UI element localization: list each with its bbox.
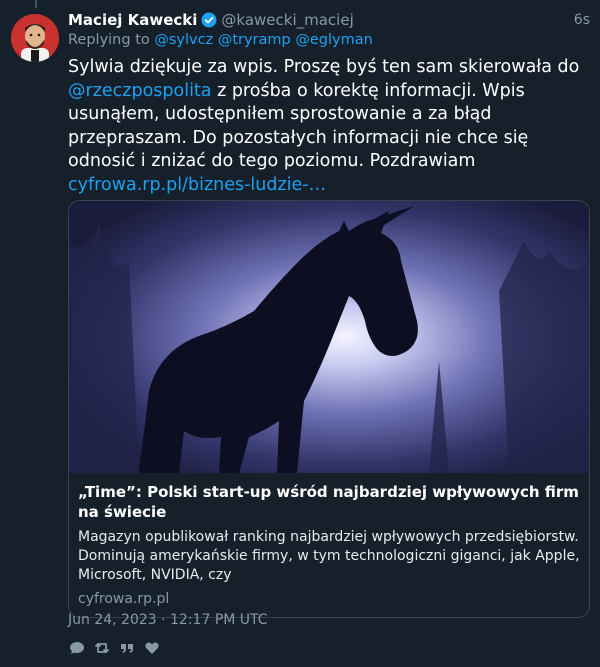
tweet-text-part: Sylwia dziękuje za wpis. Proszę byś ten …	[68, 57, 580, 77]
thread-connector-line	[35, 0, 37, 8]
reply-mention[interactable]: @sylvcz	[154, 32, 213, 48]
heart-icon[interactable]	[143, 639, 160, 656]
mention-link[interactable]: @rzeczpospolita	[68, 81, 212, 101]
card-description: Magazyn opublikował ranking najbardziej …	[78, 529, 580, 583]
link-card[interactable]: „Time”: Polski start-up wśród najbardzie…	[68, 200, 590, 618]
comment-icon[interactable]	[68, 639, 85, 656]
tweet-timestamp[interactable]: Jun 24, 2023 · 12:17 PM UTC	[68, 612, 268, 628]
quote-icon[interactable]	[118, 639, 135, 656]
card-image	[69, 201, 589, 473]
replying-to: Replying to @sylvcz @tryramp @eglyman	[68, 30, 590, 50]
replying-to-label: Replying to	[68, 32, 150, 48]
avatar[interactable]	[11, 14, 59, 62]
url-link[interactable]: cyfrowa.rp.pl/biznes-ludzie-…	[68, 175, 326, 195]
tweet: Maciej Kawecki @kawecki_maciej 6s Replyi…	[68, 10, 590, 654]
retweet-icon[interactable]	[93, 639, 110, 656]
card-body: „Time”: Polski start-up wśród najbardzie…	[69, 473, 589, 609]
avatar-image	[11, 14, 59, 62]
author-handle[interactable]: @kawecki_maciej	[221, 10, 353, 30]
tweet-time[interactable]: 6s	[574, 10, 590, 30]
author-name[interactable]: Maciej Kawecki	[68, 10, 197, 30]
tweet-actions	[68, 639, 160, 656]
reply-mention[interactable]: @tryramp	[218, 32, 291, 48]
tweet-header: Maciej Kawecki @kawecki_maciej 6s	[68, 10, 590, 30]
card-domain: cyfrowa.rp.pl	[78, 591, 170, 607]
verified-badge-icon	[201, 12, 217, 28]
tweet-text: Sylwia dziękuje za wpis. Proszę byś ten …	[68, 56, 590, 198]
card-title: „Time”: Polski start-up wśród najbardzie…	[78, 483, 579, 521]
reply-mention[interactable]: @eglyman	[295, 32, 372, 48]
